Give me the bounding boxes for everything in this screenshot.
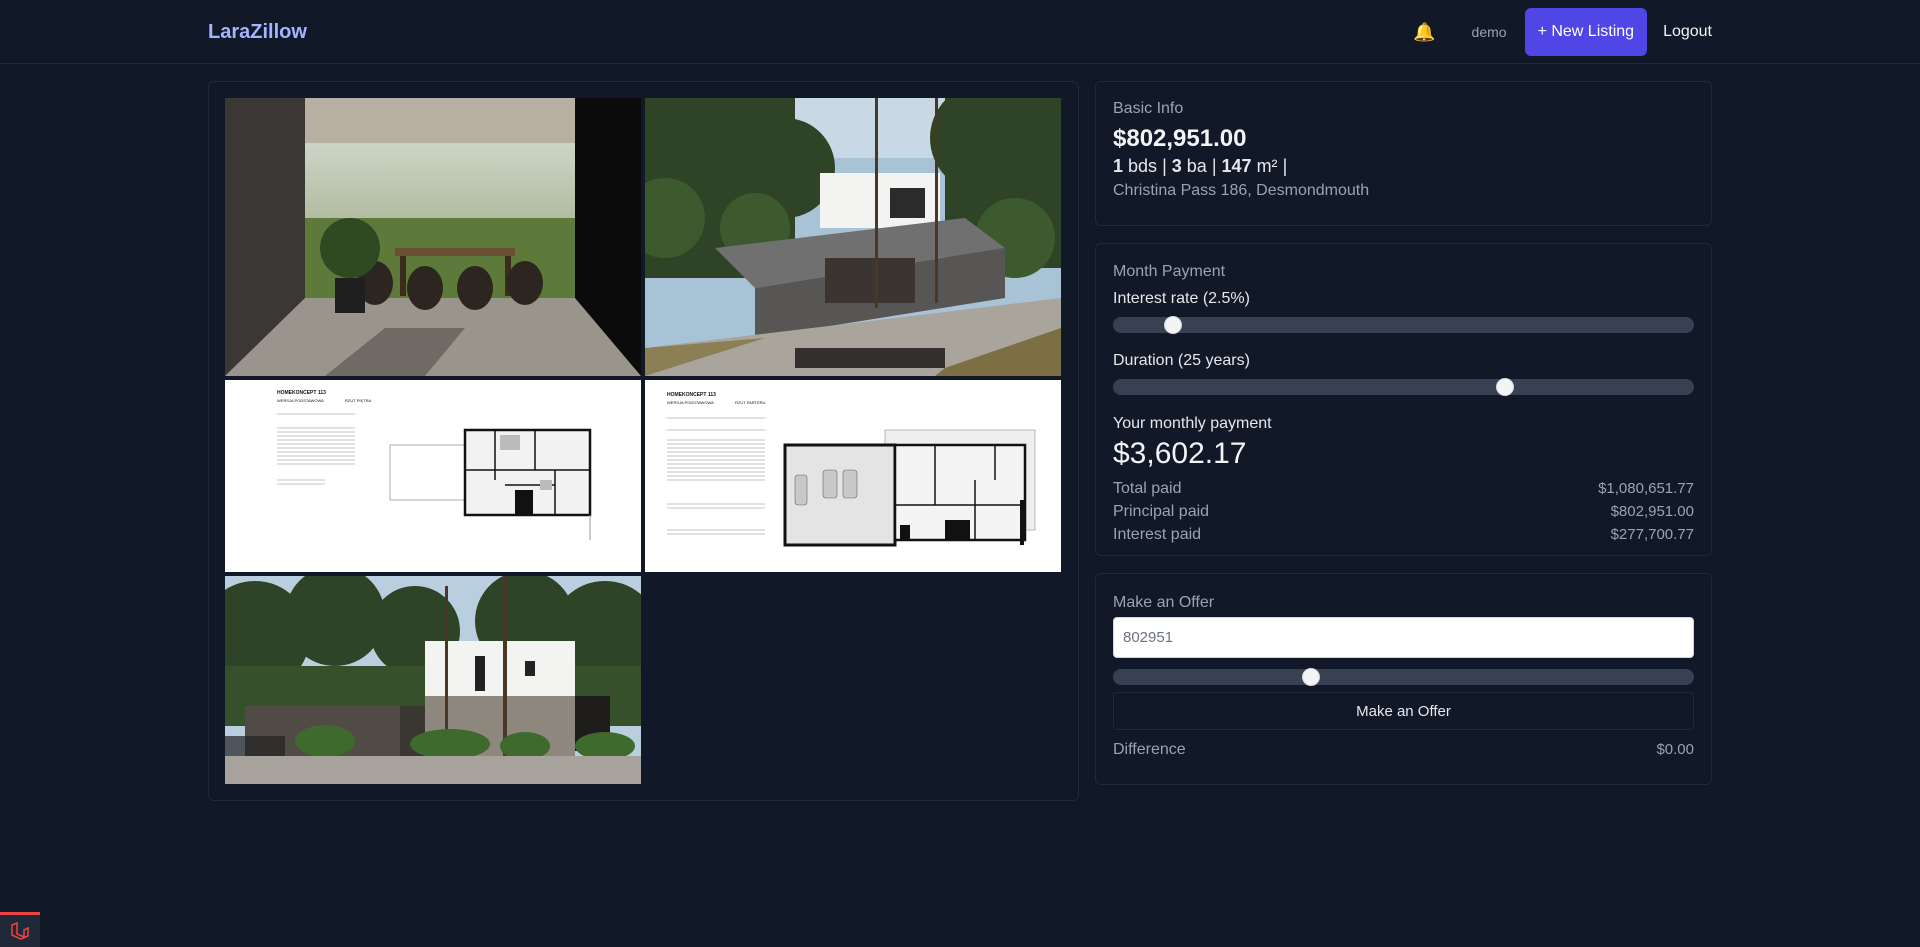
breakdown-row-interest: Interest paid $277,700.77	[1113, 526, 1694, 544]
beds-count: 1	[1113, 156, 1124, 176]
plan-a-title: HOMEKONCEPT 113	[277, 390, 326, 396]
difference-row: Difference $0.00	[1113, 741, 1694, 759]
bell-icon[interactable]: 🔔	[1413, 23, 1435, 41]
plan-b-title: HOMEKONCEPT 113	[667, 392, 716, 398]
difference-label: Difference	[1113, 741, 1186, 758]
breakdown-label: Total paid	[1113, 480, 1182, 497]
gallery-image-floor-plan-upper[interactable]: HOMEKONCEPT 113 WERSJA PODSTAWOWA RZUT P…	[225, 380, 641, 572]
month-payment-card: Month Payment Interest rate (2.5%) Durat…	[1095, 243, 1712, 556]
gallery-image-patio[interactable]	[225, 98, 641, 376]
gallery-image-front[interactable]	[225, 576, 641, 784]
duration-slider[interactable]	[1113, 378, 1694, 396]
interest-rate-slider[interactable]	[1113, 316, 1694, 334]
month-payment-title: Month Payment	[1113, 263, 1226, 280]
gallery-image-exterior[interactable]	[645, 98, 1061, 376]
basic-info-title: Basic Info	[1113, 100, 1184, 117]
breakdown-row-principal: Principal paid $802,951.00	[1113, 503, 1694, 521]
listing-specs: 1 bds | 3 ba | 147 m² |	[1113, 156, 1288, 176]
make-offer-button[interactable]: Make an Offer	[1113, 692, 1694, 730]
duration-label: Duration (25 years)	[1113, 352, 1250, 369]
breakdown-value: $277,700.77	[1610, 526, 1694, 543]
image-gallery: HOMEKONCEPT 113 WERSJA PODSTAWOWA RZUT P…	[208, 81, 1079, 801]
basic-info-card: Basic Info $802,951.00 1 bds | 3 ba | 14…	[1095, 81, 1712, 226]
offer-amount-slider[interactable]	[1113, 668, 1694, 686]
logout-link[interactable]: Logout	[1663, 23, 1712, 41]
listing-main: HOMEKONCEPT 113 WERSJA PODSTAWOWA RZUT P…	[208, 81, 1712, 801]
plan-a-subtitle: WERSJA PODSTAWOWA	[277, 398, 324, 403]
offer-amount-slider-thumb[interactable]	[1301, 668, 1320, 686]
area-value: 147	[1221, 156, 1252, 176]
laravel-debugbar-icon[interactable]	[0, 912, 40, 947]
interest-rate-label: Interest rate (2.5%)	[1113, 290, 1250, 307]
baths-count: 3	[1171, 156, 1182, 176]
listing-address: Christina Pass 186, Desmondmouth	[1113, 182, 1370, 199]
baths-unit: ba	[1186, 156, 1207, 176]
new-listing-button[interactable]: + New Listing	[1524, 8, 1648, 56]
brand-logo-link[interactable]: LaraZillow	[208, 21, 307, 44]
gallery-image-floor-plan-ground[interactable]: HOMEKONCEPT 113 WERSJA PODSTAWOWA RZUT P…	[645, 380, 1061, 572]
nav-actions: 🔔 demo + New Listing Logout	[1413, 8, 1712, 56]
breakdown-label: Interest paid	[1113, 526, 1202, 543]
breakdown-row-total: Total paid $1,080,651.77	[1113, 480, 1694, 498]
make-offer-card: Make an Offer Make an Offer Difference $…	[1095, 573, 1712, 785]
user-name: demo	[1471, 24, 1507, 40]
breakdown-value: $1,080,651.77	[1598, 480, 1694, 497]
offer-amount-input[interactable]	[1113, 617, 1694, 658]
make-offer-title: Make an Offer	[1113, 594, 1215, 611]
top-navbar: LaraZillow 🔔 demo + New Listing Logout	[0, 0, 1920, 64]
plan-a-floor: RZUT PIĘTRA	[345, 398, 371, 403]
listing-price: $802,951.00	[1113, 125, 1247, 152]
beds-unit: bds	[1128, 156, 1158, 176]
plan-b-subtitle: WERSJA PODSTAWOWA	[667, 400, 714, 405]
difference-value: $0.00	[1656, 741, 1694, 758]
interest-rate-slider-thumb[interactable]	[1163, 316, 1182, 334]
monthly-payment-label: Your monthly payment	[1113, 415, 1272, 432]
monthly-payment-value: $3,602.17	[1113, 437, 1247, 470]
breakdown-value: $802,951.00	[1610, 503, 1694, 520]
payment-breakdown: Total paid $1,080,651.77 Principal paid …	[1113, 480, 1694, 544]
area-unit: m²	[1256, 156, 1278, 176]
duration-slider-thumb[interactable]	[1495, 378, 1514, 396]
plan-b-floor: RZUT PARTERU	[735, 400, 766, 405]
breakdown-label: Principal paid	[1113, 503, 1210, 520]
